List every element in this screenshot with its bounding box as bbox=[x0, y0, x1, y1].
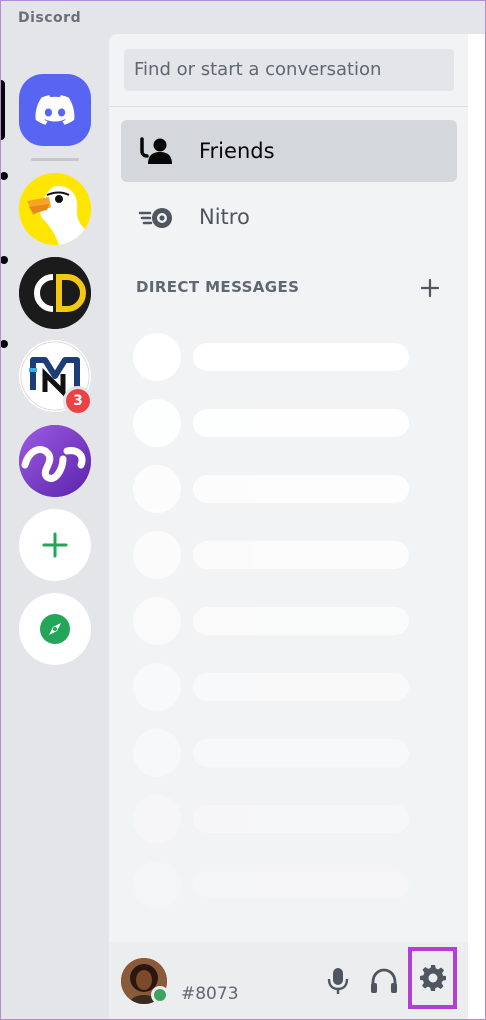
headphones-button[interactable] bbox=[363, 960, 405, 1002]
placeholder-line bbox=[193, 607, 409, 635]
selected-indicator bbox=[0, 80, 5, 140]
dm-placeholder-row bbox=[133, 597, 413, 645]
settings-button[interactable] bbox=[408, 947, 457, 1009]
placeholder-line bbox=[193, 805, 409, 833]
placeholder-line bbox=[193, 409, 409, 437]
dm-placeholder-row bbox=[133, 333, 413, 381]
rail-separator bbox=[31, 158, 79, 161]
placeholder-avatar bbox=[133, 597, 181, 645]
placeholder-avatar bbox=[133, 399, 181, 447]
friends-icon bbox=[135, 129, 179, 173]
dm-placeholder-row bbox=[133, 663, 413, 711]
plus-icon bbox=[421, 279, 439, 297]
microphone-button[interactable] bbox=[317, 960, 359, 1002]
server-goose[interactable] bbox=[19, 173, 91, 245]
microphone-icon bbox=[327, 968, 349, 994]
explore-servers-button[interactable] bbox=[19, 593, 91, 665]
placeholder-avatar bbox=[133, 729, 181, 777]
compass-icon bbox=[40, 614, 70, 644]
placeholder-avatar bbox=[133, 333, 181, 381]
content-edge bbox=[468, 34, 486, 1020]
placeholder-line bbox=[193, 871, 409, 899]
dm-placeholder-row bbox=[133, 465, 413, 513]
nav-label: Friends bbox=[199, 139, 275, 163]
create-dm-button[interactable] bbox=[418, 276, 442, 300]
unread-dot bbox=[0, 340, 8, 348]
dm-placeholder-row bbox=[133, 399, 413, 447]
dm-placeholder-row bbox=[133, 729, 413, 777]
nav-friends[interactable]: Friends bbox=[121, 120, 457, 182]
nav-label: Nitro bbox=[199, 205, 250, 229]
discord-logo-icon bbox=[35, 95, 75, 125]
server-cd[interactable] bbox=[19, 257, 91, 329]
goose-avatar bbox=[19, 173, 91, 245]
server-purple[interactable] bbox=[19, 425, 91, 497]
divider bbox=[109, 106, 468, 107]
nav-nitro[interactable]: Nitro bbox=[121, 186, 457, 248]
direct-messages-panel: Find or start a conversation Friends Nit… bbox=[109, 34, 468, 942]
add-server-button[interactable] bbox=[19, 509, 91, 581]
unread-dot bbox=[0, 172, 8, 180]
unread-dot bbox=[0, 256, 8, 264]
placeholder-avatar bbox=[133, 861, 181, 909]
placeholder-avatar bbox=[133, 465, 181, 513]
home-button[interactable] bbox=[19, 74, 91, 146]
server-rail: 3 bbox=[0, 34, 108, 1020]
direct-messages-header: DIRECT MESSAGES bbox=[136, 278, 300, 296]
placeholder-line bbox=[193, 673, 409, 701]
user-tag: #8073 bbox=[181, 984, 239, 1004]
server-mn[interactable]: 3 bbox=[19, 340, 93, 416]
dm-placeholder-row bbox=[133, 861, 413, 909]
placeholder-line bbox=[193, 475, 409, 503]
dm-placeholder-row bbox=[133, 795, 413, 843]
notification-badge: 3 bbox=[63, 386, 93, 416]
search-input[interactable]: Find or start a conversation bbox=[124, 49, 454, 91]
dm-placeholder-row bbox=[133, 531, 413, 579]
placeholder-line bbox=[193, 541, 409, 569]
status-online-indicator bbox=[151, 986, 169, 1004]
placeholder-line bbox=[193, 343, 409, 371]
plus-icon bbox=[42, 532, 68, 558]
user-panel: #8073 bbox=[109, 942, 468, 1020]
purple-abstract-avatar bbox=[19, 425, 91, 497]
gear-icon bbox=[419, 965, 446, 991]
title-bar: Discord bbox=[0, 0, 486, 34]
nitro-icon bbox=[135, 195, 179, 239]
headphones-icon bbox=[371, 968, 397, 993]
app-title: Discord bbox=[18, 10, 82, 26]
placeholder-line bbox=[193, 739, 409, 767]
placeholder-avatar bbox=[133, 531, 181, 579]
cd-letters-avatar bbox=[19, 257, 91, 329]
placeholder-avatar bbox=[133, 795, 181, 843]
placeholder-avatar bbox=[133, 663, 181, 711]
